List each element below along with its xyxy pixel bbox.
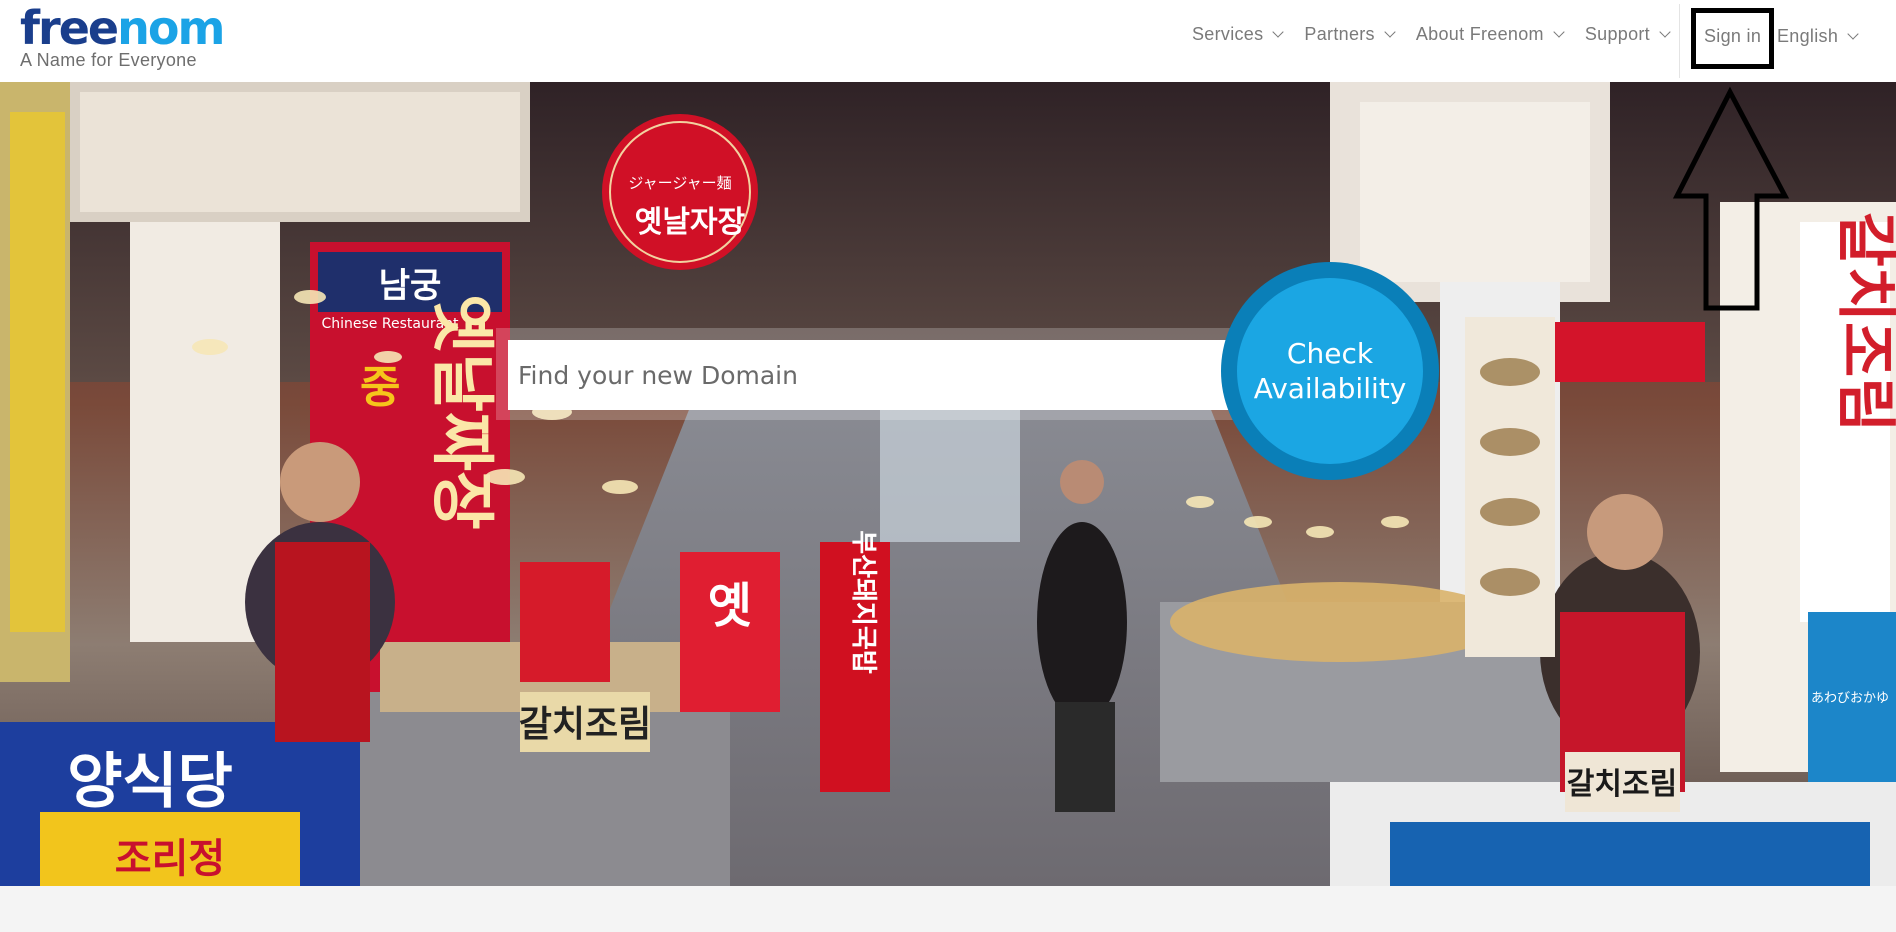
logo-wordmark: freenom [20, 1, 225, 55]
logo-tagline: A Name for Everyone [20, 50, 197, 70]
nav-partners[interactable]: Partners [1304, 24, 1396, 45]
sign-center: 부산돼지국밥 [848, 530, 878, 674]
nav-services[interactable]: Services [1192, 24, 1285, 45]
check-label-line2: Availability [1253, 372, 1407, 405]
hero-market-image: 남궁 Chinese Restaurant 옛날짜장 중 ジャージャー麺 옛날자… [0, 82, 1896, 886]
check-label-line1: Check [1286, 337, 1374, 370]
main-nav: Services Partners About Freenom Support [1192, 24, 1691, 45]
chevron-down-icon [1272, 26, 1285, 38]
sign-bottom-left: 양식당 [67, 747, 233, 817]
check-availability-button[interactable]: Check Availability [1237, 278, 1423, 464]
sign-round-kr: 옛날자장 [635, 205, 746, 240]
chevron-down-icon [1553, 26, 1565, 38]
signin-link[interactable]: Sign in [1704, 26, 1761, 47]
freenom-logo[interactable]: freenom A Name for Everyone [20, 1, 225, 71]
chevron-down-icon [1847, 28, 1859, 40]
language-selector[interactable]: English [1777, 26, 1859, 47]
sign-left-small: 갈치조림 [519, 704, 651, 745]
sign-right-tall: 갈치조림 [1830, 212, 1896, 433]
domain-search-input[interactable] [508, 340, 1238, 410]
sign-left-red: 옛날짜장 [424, 294, 498, 530]
sign-right-small: 갈치조림 [1567, 767, 1677, 802]
sign-round-jp: ジャージャー麺 [628, 174, 731, 192]
site-header: freenom A Name for Everyone Services Par… [0, 0, 1896, 82]
nav-support[interactable]: Support [1585, 24, 1671, 45]
nav-divider [1679, 4, 1680, 78]
chevron-down-icon [1384, 26, 1396, 38]
sign-bottom-left-2: 조리정 [115, 836, 225, 882]
sign-right-menu-jp: あわびおかゆ [1811, 691, 1889, 706]
chevron-down-icon [1659, 26, 1671, 38]
nav-about-freenom[interactable]: About Freenom [1416, 24, 1565, 45]
page-footer-strip [0, 886, 1896, 932]
market-scene: 남궁 Chinese Restaurant 옛날짜장 중 ジャージャー麺 옛날자… [0, 82, 1896, 886]
svg-text:옛: 옛 [708, 578, 752, 634]
sign-left-red-2: 중 [360, 362, 400, 413]
